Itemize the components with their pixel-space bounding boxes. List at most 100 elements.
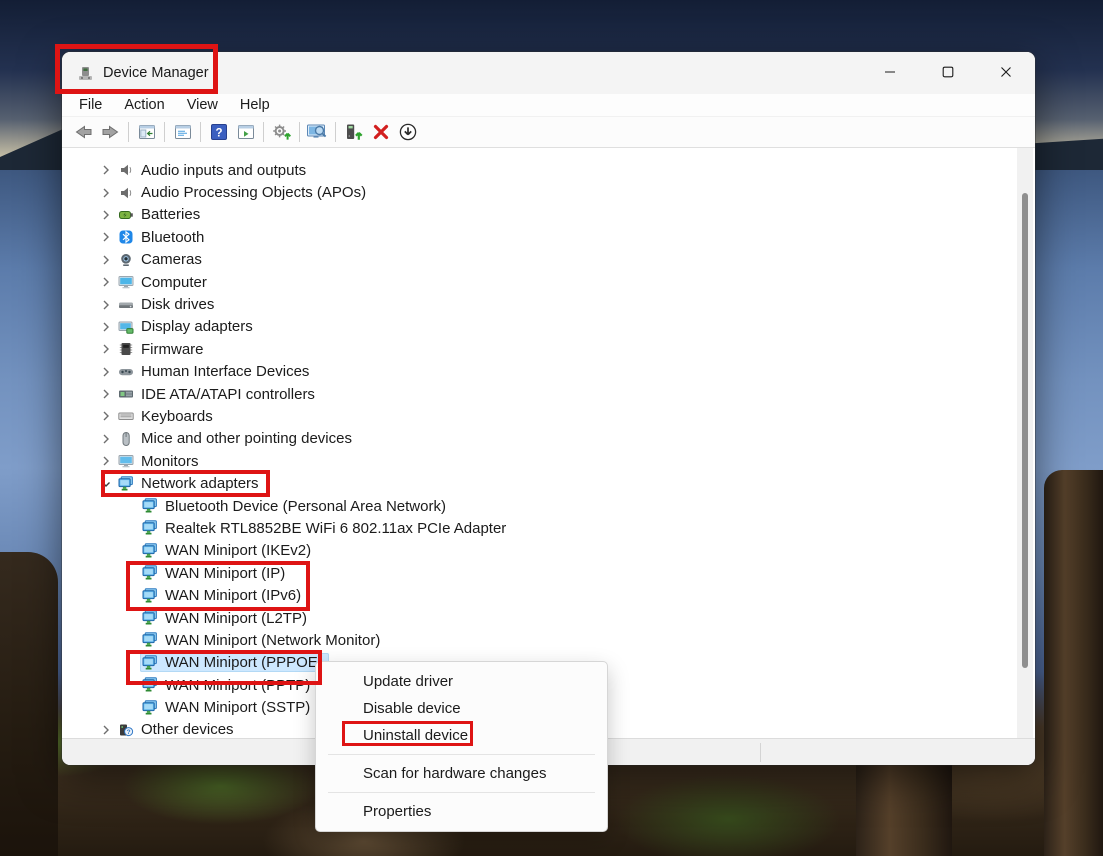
tree-item-content[interactable]: WAN Miniport (L2TP) (140, 609, 313, 628)
tree-item-wan-miniport-ip[interactable]: WAN Miniport (IP) (62, 562, 1035, 584)
tree-item-network-adapters[interactable]: Network adapters (62, 472, 1035, 494)
tree-item-content[interactable]: Computer (116, 273, 213, 292)
chevron-right-icon[interactable] (96, 229, 116, 245)
close-button[interactable] (977, 52, 1035, 92)
context-menu-separator (328, 792, 595, 793)
tree-item-disk-drives[interactable]: Disk drives (62, 293, 1035, 315)
window-title: Device Manager (103, 65, 209, 81)
tree-item-content[interactable]: Display adapters (116, 317, 259, 336)
tree-item-content[interactable]: Network adapters (116, 474, 265, 493)
tree-item-wan-miniport-l2tp[interactable]: WAN Miniport (L2TP) (62, 607, 1035, 629)
title-bar[interactable]: Device Manager (62, 52, 1035, 94)
tree-item-monitors[interactable]: Monitors (62, 450, 1035, 472)
chevron-right-icon[interactable] (96, 274, 116, 290)
tree-item-audio-inputs-and-outputs[interactable]: Audio inputs and outputs (62, 159, 1035, 181)
tree-item-content[interactable]: Realtek RTL8852BE WiFi 6 802.11ax PCIe A… (140, 519, 512, 538)
context-menu-update-driver[interactable]: Update driver (316, 668, 607, 695)
context-menu-disable-device[interactable]: Disable device (316, 695, 607, 722)
context-menu-uninstall-device[interactable]: Uninstall device (316, 722, 607, 749)
chevron-right-icon[interactable] (96, 319, 116, 335)
tree-item-content[interactable]: Bluetooth Device (Personal Area Network) (140, 497, 452, 516)
tree-item-content[interactable]: Keyboards (116, 407, 219, 426)
tree-item-content[interactable]: Audio inputs and outputs (116, 161, 312, 180)
chevron-right-icon[interactable] (96, 341, 116, 357)
scrollbar-track[interactable] (1017, 148, 1033, 738)
tree-item-label: Mice and other pointing devices (141, 430, 352, 447)
menu-help[interactable]: Help (229, 94, 281, 116)
uninstall-device-button[interactable] (367, 119, 394, 145)
chevron-right-icon[interactable] (96, 431, 116, 447)
tree-item-wan-miniport-ikev2[interactable]: WAN Miniport (IKEv2) (62, 540, 1035, 562)
back-button[interactable] (70, 119, 97, 145)
tree-item-content[interactable]: Monitors (116, 452, 205, 471)
caption-controls (861, 52, 1035, 92)
tree-item-content[interactable]: Firmware (116, 340, 210, 359)
forward-button[interactable] (97, 119, 124, 145)
chevron-right-icon[interactable] (96, 297, 116, 313)
tree-item-mice-and-other-pointing-devices[interactable]: Mice and other pointing devices (62, 428, 1035, 450)
tree-item-content[interactable]: WAN Miniport (IP) (140, 564, 291, 583)
tree-item-wan-miniport-ipv6[interactable]: WAN Miniport (IPv6) (62, 584, 1035, 606)
tree-item-content[interactable]: WAN Miniport (IKEv2) (140, 541, 317, 560)
menu-file[interactable]: File (68, 94, 113, 116)
chevron-down-icon[interactable] (96, 476, 116, 492)
tree-item-content[interactable]: Human Interface Devices (116, 362, 315, 381)
chevron-right-icon[interactable] (96, 408, 116, 424)
tree-item-bluetooth-device-personal-area-network[interactable]: Bluetooth Device (Personal Area Network) (62, 495, 1035, 517)
tree-item-realtek-rtl8852be-wifi-6-802-11ax-pcie-adapter[interactable]: Realtek RTL8852BE WiFi 6 802.11ax PCIe A… (62, 517, 1035, 539)
chevron-right-icon[interactable] (96, 364, 116, 380)
tree-item-content[interactable]: WAN Miniport (Network Monitor) (140, 631, 386, 650)
computer-update-icon (343, 122, 364, 142)
network-adapter-icon (142, 520, 158, 536)
tree-item-content[interactable]: WAN Miniport (PPTP) (140, 676, 316, 695)
tree-item-human-interface-devices[interactable]: Human Interface Devices (62, 361, 1035, 383)
tree-item-content[interactable]: WAN Miniport (IPv6) (140, 586, 307, 605)
context-menu-scan-for-hardware-changes[interactable]: Scan for hardware changes (316, 760, 607, 787)
maximize-button[interactable] (919, 52, 977, 92)
scrollbar-thumb[interactable] (1022, 193, 1028, 668)
update-driver-software-button[interactable] (268, 119, 295, 145)
chevron-right-icon[interactable] (96, 207, 116, 223)
tree-item-content[interactable]: Batteries (116, 205, 206, 224)
chevron-right-icon[interactable] (96, 162, 116, 178)
tree-item-keyboards[interactable]: Keyboards (62, 405, 1035, 427)
network-adapter-icon (142, 565, 158, 581)
chevron-right-icon[interactable] (96, 185, 116, 201)
tree-item-label: Disk drives (141, 296, 214, 313)
disable-device-button[interactable] (394, 119, 421, 145)
menu-view[interactable]: View (176, 94, 229, 116)
tree-item-batteries[interactable]: Batteries (62, 204, 1035, 226)
tree-item-bluetooth[interactable]: Bluetooth (62, 226, 1035, 248)
tree-item-firmware[interactable]: Firmware (62, 338, 1035, 360)
chevron-right-icon[interactable] (96, 453, 116, 469)
tree-item-computer[interactable]: Computer (62, 271, 1035, 293)
properties-button[interactable] (169, 119, 196, 145)
help-button[interactable]: ? (205, 119, 232, 145)
minimize-button[interactable] (861, 52, 919, 92)
tree-item-content[interactable]: Disk drives (116, 295, 220, 314)
scan-hardware-changes-button[interactable] (304, 119, 331, 145)
tree-item-content[interactable]: Audio Processing Objects (APOs) (116, 183, 372, 202)
tree-item-audio-processing-objects-apos[interactable]: Audio Processing Objects (APOs) (62, 181, 1035, 203)
tree-item-content[interactable]: Cameras (116, 250, 208, 269)
mouse-icon (118, 431, 134, 447)
update-driver-button[interactable] (340, 119, 367, 145)
action-pane-button[interactable] (232, 119, 259, 145)
tree-item-display-adapters[interactable]: Display adapters (62, 316, 1035, 338)
tree-item-cameras[interactable]: Cameras (62, 249, 1035, 271)
menu-action[interactable]: Action (113, 94, 175, 116)
tree-item-content[interactable]: WAN Miniport (SSTP) (140, 698, 316, 717)
tree-item-content[interactable]: ?Other devices (116, 720, 240, 738)
tree-item-content[interactable]: IDE ATA/ATAPI controllers (116, 385, 321, 404)
tree-item-ide-ata-atapi-controllers[interactable]: IDE ATA/ATAPI controllers (62, 383, 1035, 405)
show-console-tree-button[interactable] (133, 119, 160, 145)
chevron-right-icon[interactable] (96, 386, 116, 402)
tree-item-content[interactable]: Mice and other pointing devices (116, 429, 358, 448)
context-menu-properties[interactable]: Properties (316, 798, 607, 825)
chevron-right-icon[interactable] (96, 252, 116, 268)
tree-item-content[interactable]: Bluetooth (116, 228, 210, 247)
chevron-right-icon[interactable] (96, 722, 116, 738)
tree-item-wan-miniport-network-monitor[interactable]: WAN Miniport (Network Monitor) (62, 629, 1035, 651)
tree-item-label: WAN Miniport (PPTP) (165, 677, 310, 694)
tree-item-content[interactable]: WAN Miniport (PPPOE) (140, 653, 329, 672)
